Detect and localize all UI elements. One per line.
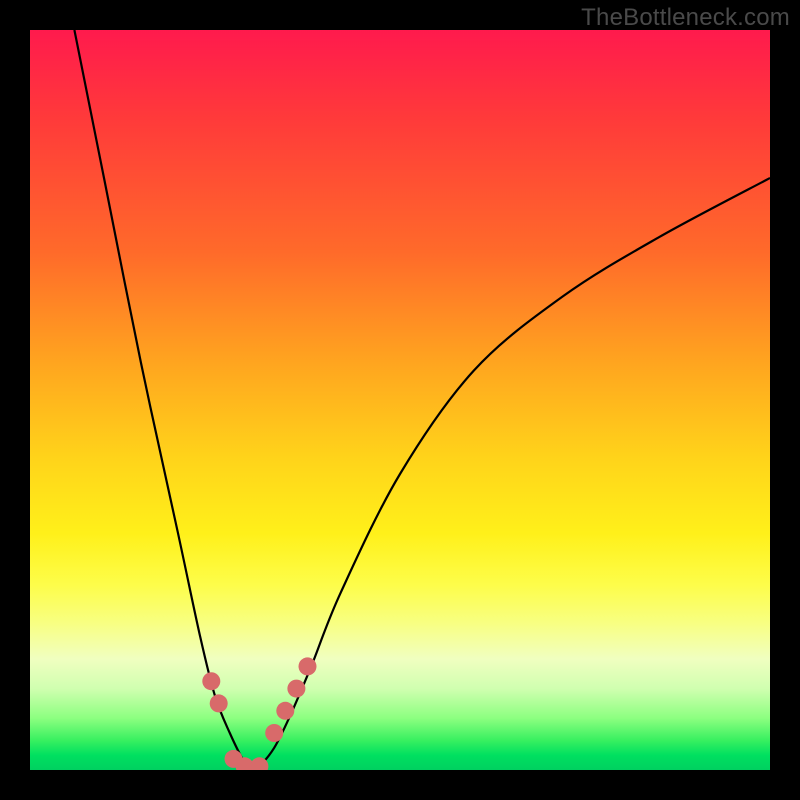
curve-marker	[276, 702, 294, 720]
watermark-text: TheBottleneck.com	[581, 4, 790, 32]
bottleneck-curve	[30, 30, 770, 770]
plot-area	[30, 30, 770, 770]
curve-marker	[287, 680, 305, 698]
curve-marker	[202, 672, 220, 690]
curve-marker	[299, 657, 317, 675]
curve-marker	[265, 724, 283, 742]
chart-frame: TheBottleneck.com	[0, 0, 800, 800]
curve-marker	[210, 694, 228, 712]
